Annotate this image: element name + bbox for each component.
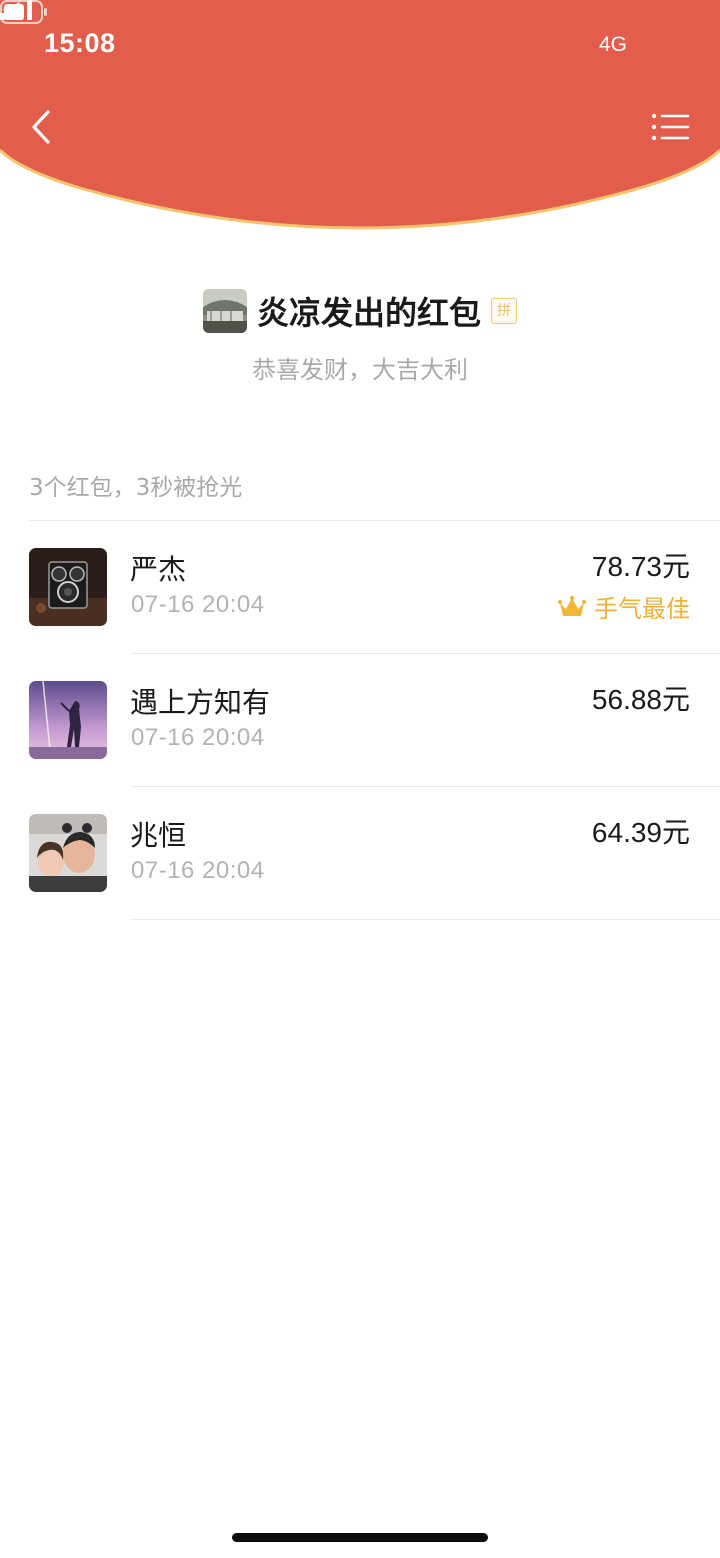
list-menu-icon: [651, 113, 690, 141]
list-item[interactable]: 严杰 07-16 20:04 78.73元 手气最佳: [0, 521, 720, 654]
recipient-time: 07-16 20:04: [131, 724, 265, 751]
recipient-time: 07-16 20:04: [131, 591, 265, 618]
best-luck-badge: 手气最佳: [558, 589, 690, 624]
best-luck-label: 手气最佳: [594, 595, 690, 623]
network-type: 4G: [599, 33, 628, 56]
battery-icon: [0, 0, 47, 24]
divider: [130, 919, 720, 920]
menu-button[interactable]: [646, 108, 692, 146]
header-banner: 15:08 4G: [0, 0, 720, 240]
group-pin-badge: 拼: [491, 298, 517, 324]
avatar[interactable]: [29, 681, 107, 759]
recipient-list: 严杰 07-16 20:04 78.73元 手气最佳 遇上方知有 07-16 2…: [0, 521, 720, 920]
status-time: 15:08: [44, 28, 116, 58]
blessing-text: 恭喜发财，大吉大利: [252, 356, 468, 384]
list-item[interactable]: 遇上方知有 07-16 20:04 56.88元: [0, 654, 720, 787]
avatar[interactable]: [29, 548, 107, 626]
home-indicator[interactable]: [232, 1533, 488, 1542]
avatar[interactable]: [29, 814, 107, 892]
recipient-name: 遇上方知有: [130, 686, 271, 719]
list-item[interactable]: 兆恒 07-16 20:04 64.39元: [0, 787, 720, 920]
crown-icon: [558, 595, 586, 616]
sender-avatar[interactable]: [202, 289, 247, 333]
back-button[interactable]: [22, 106, 62, 150]
grab-summary: 3个红包，3秒被抢光: [29, 475, 243, 501]
recipient-name: 严杰: [130, 553, 187, 586]
recipient-amount: 78.73元: [591, 551, 690, 582]
recipient-amount: 64.39元: [591, 817, 690, 848]
chevron-left-icon: [32, 110, 50, 144]
recipient-amount: 56.88元: [591, 684, 690, 715]
sender-title: 炎凉发出的红包: [256, 294, 481, 332]
recipient-time: 07-16 20:04: [131, 857, 265, 884]
recipient-name: 兆恒: [130, 819, 187, 852]
sender-row: 炎凉发出的红包 拼: [0, 287, 720, 335]
